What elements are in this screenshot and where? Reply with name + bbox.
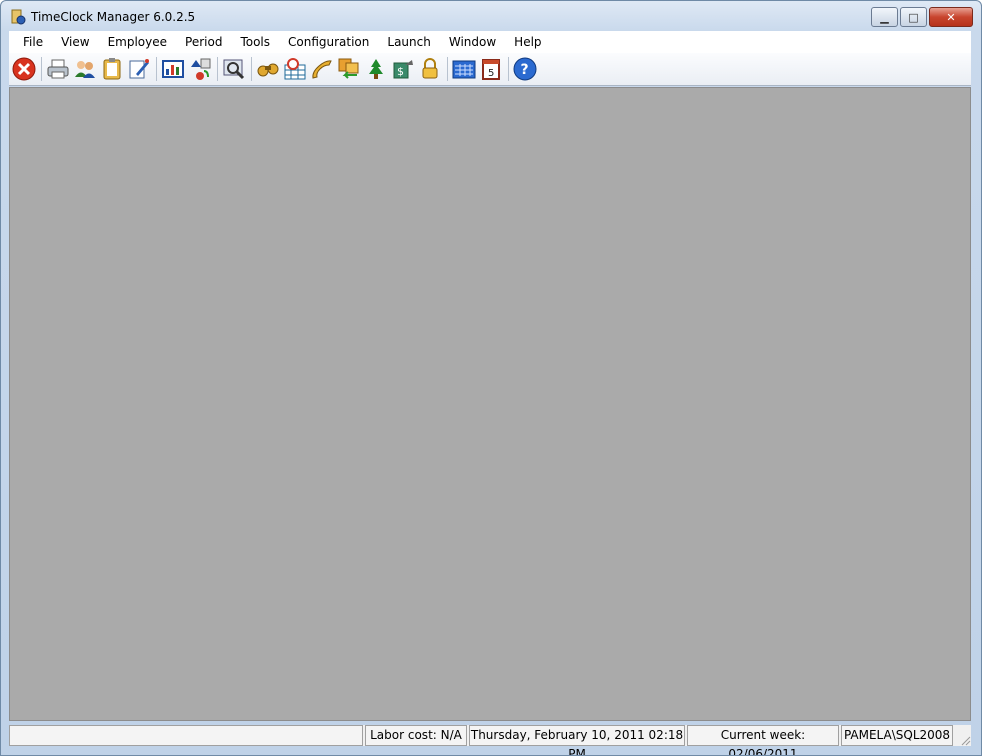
toolbar-separator xyxy=(251,57,252,81)
status-current-week: Current week: 02/06/2011 xyxy=(687,725,839,755)
transfer-button[interactable] xyxy=(187,56,213,82)
search-button[interactable] xyxy=(255,56,281,82)
calendar-icon: 5 xyxy=(482,59,500,80)
calendar-button[interactable]: 5 xyxy=(478,56,504,82)
report-icon xyxy=(162,60,184,78)
preview-button[interactable] xyxy=(221,56,247,82)
phone-button[interactable] xyxy=(309,56,335,82)
resize-grip-icon[interactable] xyxy=(959,734,971,746)
title-bar[interactable]: TimeClock Manager 6.0.2.5 ▁ □ ✕ xyxy=(1,1,981,31)
menu-configuration[interactable]: Configuration xyxy=(279,31,378,53)
menu-bar: File View Employee Period Tools Configur… xyxy=(9,31,971,53)
window-title: TimeClock Manager 6.0.2.5 xyxy=(31,10,196,24)
toolbar-separator xyxy=(156,57,157,81)
svg-text:5: 5 xyxy=(488,68,494,79)
edit-button[interactable] xyxy=(126,56,152,82)
print-icon xyxy=(47,59,69,79)
menu-help[interactable]: Help xyxy=(505,31,550,53)
menu-tools[interactable]: Tools xyxy=(231,31,279,53)
lock-button[interactable] xyxy=(417,56,443,82)
calendar-grid-button[interactable] xyxy=(451,56,477,82)
clipboard-button[interactable] xyxy=(99,56,125,82)
help-icon: ? xyxy=(513,57,537,81)
search-icon xyxy=(257,63,279,77)
export-icon xyxy=(338,58,359,79)
app-window: TimeClock Manager 6.0.2.5 ▁ □ ✕ File Vie… xyxy=(0,0,982,756)
report-button[interactable] xyxy=(160,56,186,82)
status-datetime: Thursday, February 10, 2011 02:18 PM xyxy=(469,725,685,755)
status-bar: Labor cost: N/A Thursday, February 10, 2… xyxy=(9,725,971,755)
exit-icon xyxy=(12,57,36,81)
help-button[interactable]: ? xyxy=(512,56,538,82)
exit-button[interactable] xyxy=(11,56,37,82)
phone-icon xyxy=(312,60,332,79)
toolbar: $ 5 ? xyxy=(9,53,971,86)
toolbar-separator xyxy=(217,57,218,81)
maximize-button[interactable]: □ xyxy=(900,7,927,27)
close-button[interactable]: ✕ xyxy=(929,7,973,27)
close-icon: ✕ xyxy=(946,10,956,24)
toolbar-separator xyxy=(508,57,509,81)
menu-launch[interactable]: Launch xyxy=(378,31,439,53)
mdi-workspace[interactable] xyxy=(9,87,971,721)
status-labor-cost: Labor cost: N/A xyxy=(365,725,467,746)
employees-icon xyxy=(75,61,95,78)
maximize-icon: □ xyxy=(908,10,919,24)
preview-icon xyxy=(223,59,245,80)
holiday-icon xyxy=(369,59,383,79)
edit-icon xyxy=(129,59,149,79)
employees-button[interactable] xyxy=(72,56,98,82)
minimize-button[interactable]: ▁ xyxy=(871,7,898,27)
payroll-button[interactable]: $ xyxy=(390,56,416,82)
app-icon xyxy=(11,9,26,25)
minimize-icon: ▁ xyxy=(880,10,889,24)
toolbar-separator xyxy=(41,57,42,81)
print-button[interactable] xyxy=(45,56,71,82)
menu-file[interactable]: File xyxy=(9,31,52,53)
menu-employee[interactable]: Employee xyxy=(99,31,176,53)
toolbar-separator xyxy=(447,57,448,81)
menu-view[interactable]: View xyxy=(52,31,98,53)
status-panel-main xyxy=(9,725,363,746)
export-button[interactable] xyxy=(336,56,362,82)
holiday-button[interactable] xyxy=(363,56,389,82)
transfer-icon xyxy=(191,58,211,80)
lock-icon xyxy=(422,58,438,79)
menu-period[interactable]: Period xyxy=(176,31,231,53)
clipboard-icon xyxy=(103,58,121,80)
status-server: PAMELA\SQL2008 xyxy=(841,725,953,746)
payroll-icon: $ xyxy=(393,60,413,79)
svg-text:$: $ xyxy=(397,65,404,78)
schedule-button[interactable] xyxy=(282,56,308,82)
svg-text:?: ? xyxy=(521,62,529,78)
schedule-icon xyxy=(284,58,306,80)
calendar-grid-icon xyxy=(452,60,476,79)
menu-window[interactable]: Window xyxy=(440,31,505,53)
